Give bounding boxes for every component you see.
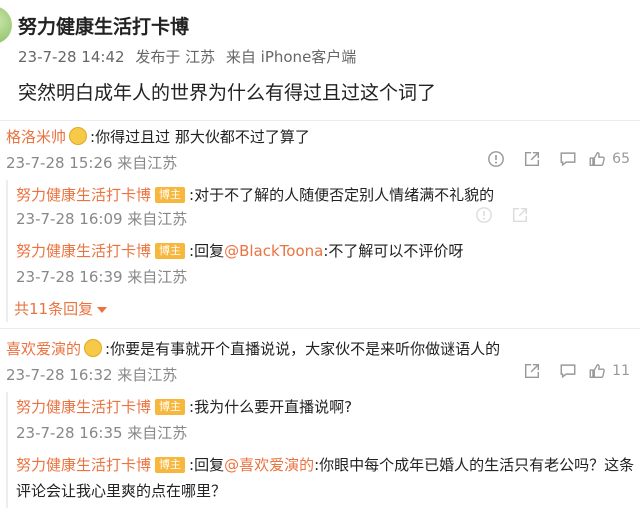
reply-mention[interactable]: @喜欢爱演的 bbox=[224, 456, 314, 474]
reply-actions bbox=[466, 204, 538, 226]
comment-actions: 65 bbox=[478, 148, 630, 170]
chevron-down-icon bbox=[97, 307, 108, 313]
post-location: 发布于 江苏 bbox=[135, 48, 216, 66]
reply-line: 努力健康生活打卡博 博主:回复@喜欢爱演的:你眼中每个成年已婚人的生活只有老公吗？… bbox=[16, 454, 634, 475]
comment-icon[interactable] bbox=[550, 360, 586, 382]
like-button[interactable]: 11 bbox=[588, 362, 630, 380]
divider bbox=[0, 328, 640, 329]
post-author[interactable]: 努力健康生活打卡博 bbox=[18, 12, 189, 39]
like-count: 11 bbox=[612, 363, 630, 379]
reply-line: 努力健康生活打卡博 博主:我为什么要开直播说啊? bbox=[16, 396, 352, 417]
post-text: 突然明白成年人的世界为什么有得过且过这个词了 bbox=[18, 82, 437, 104]
reply-text: :我为什么要开直播说啊? bbox=[189, 398, 353, 416]
reply-line: 努力健康生活打卡博 博主:回复@BlackToona:不了解可以不评价呀 bbox=[16, 240, 463, 261]
reply-name[interactable]: 努力健康生活打卡博 bbox=[16, 456, 151, 474]
share-icon[interactable] bbox=[502, 204, 538, 226]
reply-prefix: :回复 bbox=[189, 456, 225, 474]
comment-line: 格洛米帅 :你得过且过 那大伙都不过了算了 bbox=[6, 126, 310, 147]
more-replies-link[interactable]: 共11条回复 bbox=[14, 298, 108, 319]
reply-mention[interactable]: @BlackToona bbox=[224, 242, 323, 260]
comment-text: :你要是有事就开个直播说说，大家伙不是来听你做谜语人的 bbox=[105, 340, 501, 358]
like-icon bbox=[589, 152, 605, 166]
more-replies-label: 共11条回复 bbox=[14, 300, 94, 318]
comment-text: :你得过且过 那大伙都不过了算了 bbox=[90, 128, 310, 146]
badge-emoji-icon bbox=[69, 127, 88, 145]
reply-name[interactable]: 努力健康生活打卡博 bbox=[16, 186, 151, 204]
share-icon[interactable] bbox=[514, 148, 550, 170]
post-date: 23-7-28 14:42 bbox=[18, 48, 125, 66]
reply-time: 23-7-28 16:39 来自江苏 bbox=[16, 268, 188, 286]
divider bbox=[0, 120, 640, 121]
reply-name[interactable]: 努力健康生活打卡博 bbox=[16, 242, 151, 260]
reply-time: 23-7-28 16:09 来自江苏 bbox=[16, 210, 188, 228]
comment-line: 喜欢爱演的 :你要是有事就开个直播说说，大家伙不是来听你做谜语人的 bbox=[6, 338, 500, 359]
blogger-badge: 博主 bbox=[155, 399, 186, 415]
reply-text-continued: 评论会让我心里爽的点在哪里？ bbox=[16, 482, 227, 500]
author-avatar[interactable] bbox=[0, 6, 12, 44]
commenter-name[interactable]: 喜欢爱演的 bbox=[6, 340, 81, 358]
like-icon bbox=[589, 364, 605, 378]
post-device: 来自 iPhone客户端 bbox=[225, 48, 357, 66]
blogger-badge: 博主 bbox=[155, 457, 186, 473]
commenter-name[interactable]: 格洛米帅 bbox=[6, 128, 66, 146]
comment-time: 23-7-28 15:26 来自江苏 bbox=[6, 154, 178, 172]
reply-name[interactable]: 努力健康生活打卡博 bbox=[16, 398, 151, 416]
warning-icon[interactable] bbox=[466, 204, 502, 226]
post-header: 努力健康生活打卡博 23-7-28 14:42 发布于 江苏 来自 iPhone… bbox=[0, 0, 640, 118]
like-button[interactable]: 65 bbox=[588, 150, 630, 168]
blogger-badge: 博主 bbox=[155, 243, 186, 259]
reply-text: :对于不了解的人随便否定别人情绪满不礼貌的 bbox=[189, 186, 495, 204]
reply-text: :不了解可以不评价呀 bbox=[323, 242, 464, 260]
reply-line: 努力健康生活打卡博 博主:对于不了解的人随便否定别人情绪满不礼貌的 bbox=[16, 184, 494, 205]
reply-text: :你眼中每个成年已婚人的生活只有老公吗？这条 bbox=[314, 456, 635, 474]
blogger-badge: 博主 bbox=[155, 187, 186, 203]
share-icon[interactable] bbox=[514, 360, 550, 382]
comment-actions: 11 bbox=[514, 360, 630, 382]
badge-emoji-icon bbox=[84, 339, 103, 357]
reply-prefix: :回复 bbox=[189, 242, 225, 260]
like-count: 65 bbox=[612, 151, 630, 167]
comment-time: 23-7-28 16:32 来自江苏 bbox=[6, 366, 178, 384]
reply-bar bbox=[6, 180, 8, 322]
post-meta: 23-7-28 14:42 发布于 江苏 来自 iPhone客户端 bbox=[18, 46, 362, 67]
reply-bar bbox=[6, 392, 8, 508]
comment-icon[interactable] bbox=[550, 148, 586, 170]
warning-icon[interactable] bbox=[478, 148, 514, 170]
reply-time: 23-7-28 16:35 来自江苏 bbox=[16, 424, 188, 442]
